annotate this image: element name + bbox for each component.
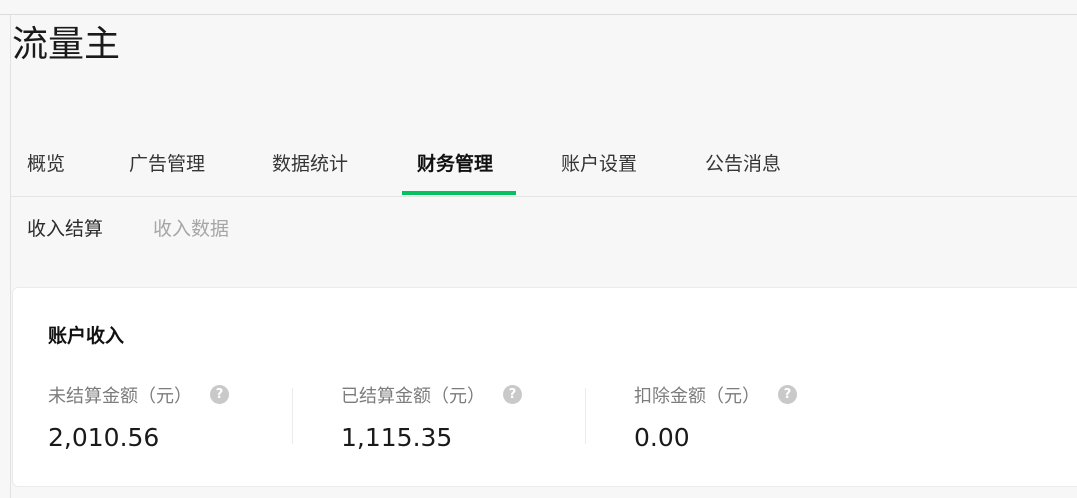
tab-ad-management[interactable]: 广告管理	[129, 136, 205, 196]
subtab-income-data[interactable]: 收入数据	[153, 214, 229, 244]
main-tab-bar: 概览 广告管理 数据统计 财务管理 账户设置 公告消息	[10, 136, 1077, 197]
stat-label: 未结算金额（元）	[48, 386, 192, 407]
stat-divider	[585, 388, 586, 444]
stat-unsettled-label-row: 未结算金额（元） ?	[48, 383, 229, 411]
card-title: 账户收入	[48, 325, 125, 347]
stat-divider	[292, 388, 293, 444]
stat-settled: 已结算金额（元） ? 1,115.35	[341, 383, 522, 455]
tab-data-statistics[interactable]: 数据统计	[272, 136, 348, 196]
stat-deducted-label-row: 扣除金额（元） ?	[634, 383, 797, 411]
tab-overview[interactable]: 概览	[27, 136, 65, 196]
stat-settled-label-row: 已结算金额（元） ?	[341, 383, 522, 411]
help-icon[interactable]: ?	[503, 384, 522, 404]
top-border	[0, 14, 1077, 15]
stat-unsettled: 未结算金额（元） ? 2,010.56	[48, 383, 229, 455]
stat-deducted: 扣除金额（元） ? 0.00	[634, 383, 797, 455]
active-tab-indicator	[402, 191, 516, 195]
stat-label: 已结算金额（元）	[341, 386, 485, 407]
stat-label: 扣除金额（元）	[634, 386, 760, 407]
tab-account-settings[interactable]: 账户设置	[561, 136, 637, 196]
stat-value: 2,010.56	[48, 423, 160, 452]
help-icon[interactable]: ?	[210, 384, 229, 404]
stat-value: 1,115.35	[341, 423, 453, 452]
subtab-income-settlement[interactable]: 收入结算	[27, 214, 103, 244]
app-title: 流量主	[12, 24, 121, 65]
tab-announcements[interactable]: 公告消息	[705, 136, 781, 196]
help-icon[interactable]: ?	[778, 384, 797, 404]
tab-finance-management[interactable]: 财务管理	[417, 136, 493, 196]
account-income-card: 账户收入 未结算金额（元） ? 2,010.56 已结算金额（元） ? 1,11…	[12, 287, 1077, 487]
stat-value: 0.00	[634, 423, 690, 452]
left-border	[10, 14, 11, 498]
